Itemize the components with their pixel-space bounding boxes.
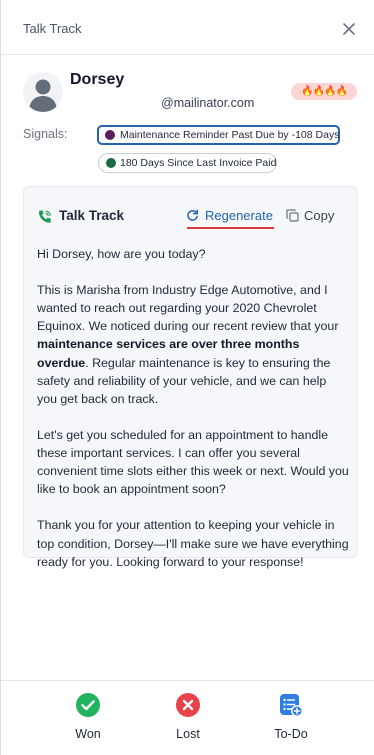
x-circle-icon [176, 693, 200, 717]
lost-label: Lost [176, 727, 200, 741]
avatar [23, 72, 63, 112]
todo-label: To-Do [274, 727, 308, 741]
talk-track-panel: Talk Track Dorsey @mailinator.com 🔥🔥🔥🔥 S… [0, 0, 374, 755]
won-label: Won [75, 727, 101, 741]
check-circle-icon [76, 693, 100, 717]
signal-chip-label: Maintenance Reminder Past Due by -108 Da… [120, 129, 340, 141]
signal-chip-label: 180 Days Since Last Invoice Paid [120, 157, 277, 169]
phone-icon [37, 209, 53, 225]
message-paragraph-intro: This is Marisha from Industry Edge Autom… [37, 281, 349, 408]
copy-label: Copy [304, 208, 335, 223]
message-paragraph-closing: Thank you for your attention to keeping … [37, 518, 349, 569]
close-icon[interactable] [341, 21, 357, 37]
heat-badge: 🔥🔥🔥🔥 [291, 83, 357, 100]
refresh-icon [186, 209, 199, 222]
won-button[interactable]: Won [53, 693, 123, 749]
signals-label: Signals: [23, 127, 68, 141]
signal-dot [105, 130, 115, 140]
contact-email: @mailinator.com [161, 96, 255, 110]
regenerate-label: Regenerate [205, 208, 273, 223]
message-paragraph-schedule: Let's get you scheduled for an appointme… [37, 427, 349, 497]
signal-chip-invoice[interactable]: 180 Days Since Last Invoice Paid [98, 153, 277, 173]
panel-title: Talk Track [23, 21, 82, 36]
talk-track-message: Hi Dorsey, how are you today? This is Ma… [37, 245, 349, 571]
contact-name: Dorsey [70, 71, 125, 88]
signal-dot [106, 158, 116, 168]
talk-track-card: Talk Track Regenerate Copy Hi Dorsey, ho… [23, 186, 358, 569]
card-title: Talk Track [59, 208, 125, 223]
task-list-add-icon [279, 693, 303, 717]
copy-icon [286, 209, 299, 222]
action-bar: Won Lost To-Do [1, 680, 374, 755]
message-greeting: Hi Dorsey, how are you today? [37, 247, 206, 261]
regenerate-active-underline [187, 227, 274, 229]
panel-header: Talk Track [1, 0, 374, 55]
user-silhouette-icon [29, 79, 57, 112]
todo-button[interactable]: To-Do [256, 693, 326, 749]
lost-button[interactable]: Lost [153, 693, 223, 749]
message-text: This is Marisha from Industry Edge Autom… [37, 283, 339, 334]
signal-chip-maintenance[interactable]: Maintenance Reminder Past Due by -108 Da… [97, 125, 340, 145]
